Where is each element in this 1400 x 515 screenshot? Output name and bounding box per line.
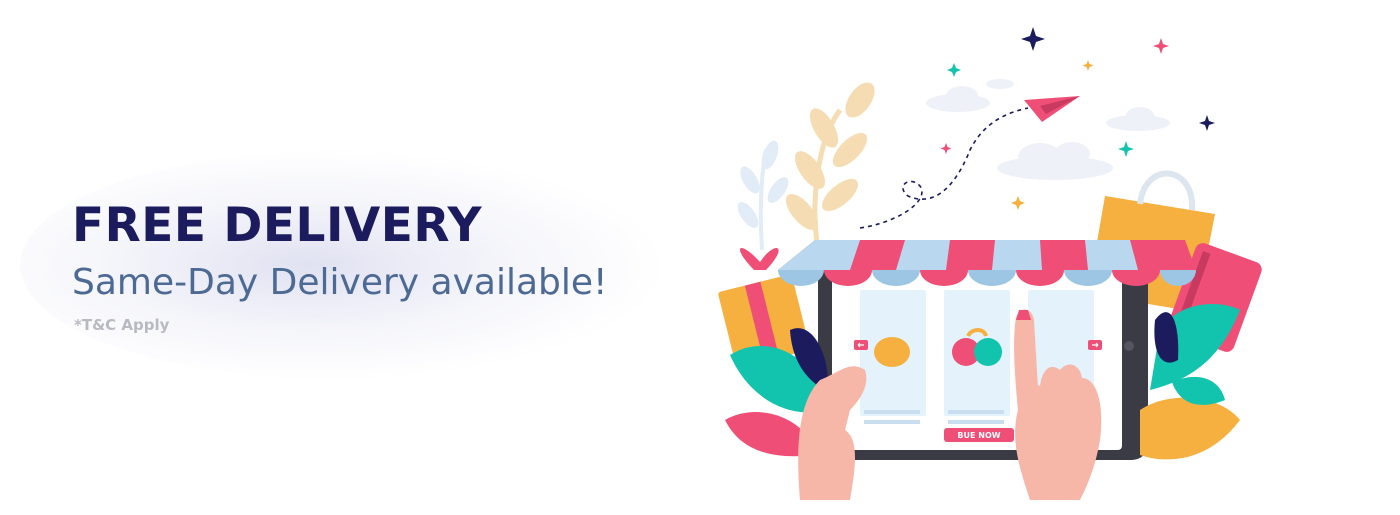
delivery-banner: FREE DELIVERY Same-Day Delivery availabl… bbox=[0, 0, 1400, 515]
shop-illustration: BUE NOW bbox=[700, 0, 1400, 515]
banner-copy: FREE DELIVERY Same-Day Delivery availabl… bbox=[72, 196, 607, 334]
cloud-icon bbox=[926, 79, 1170, 180]
subheadline: Same-Day Delivery available! bbox=[72, 262, 608, 303]
headline: FREE DELIVERY bbox=[72, 198, 483, 253]
sparkle-icon bbox=[940, 27, 1215, 210]
paper-plane-icon bbox=[1024, 96, 1080, 122]
terms-note: *T&C Apply bbox=[74, 316, 170, 334]
buy-now-label: BUE NOW bbox=[957, 431, 1000, 440]
leaf-icon bbox=[737, 82, 875, 251]
awning-icon bbox=[778, 240, 1196, 286]
